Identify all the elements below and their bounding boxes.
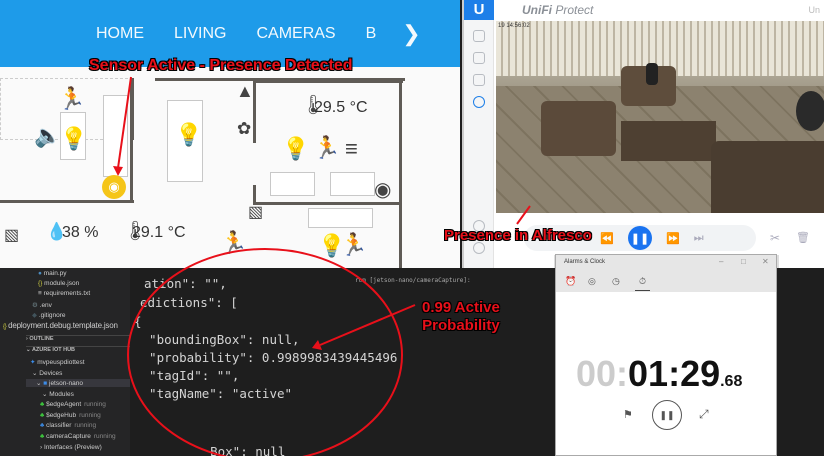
arrow-sensor: [117, 76, 132, 169]
arrow-head: [113, 166, 123, 176]
arrow-presence: [516, 205, 531, 225]
presence-annotation: Presence in Alfresco: [444, 227, 592, 244]
highlight-ellipse: [127, 248, 403, 456]
sensor-annotation: Sensor Active - Presence Detected: [89, 57, 353, 74]
probability-annotation: 0.99 Active Probability: [422, 299, 500, 334]
